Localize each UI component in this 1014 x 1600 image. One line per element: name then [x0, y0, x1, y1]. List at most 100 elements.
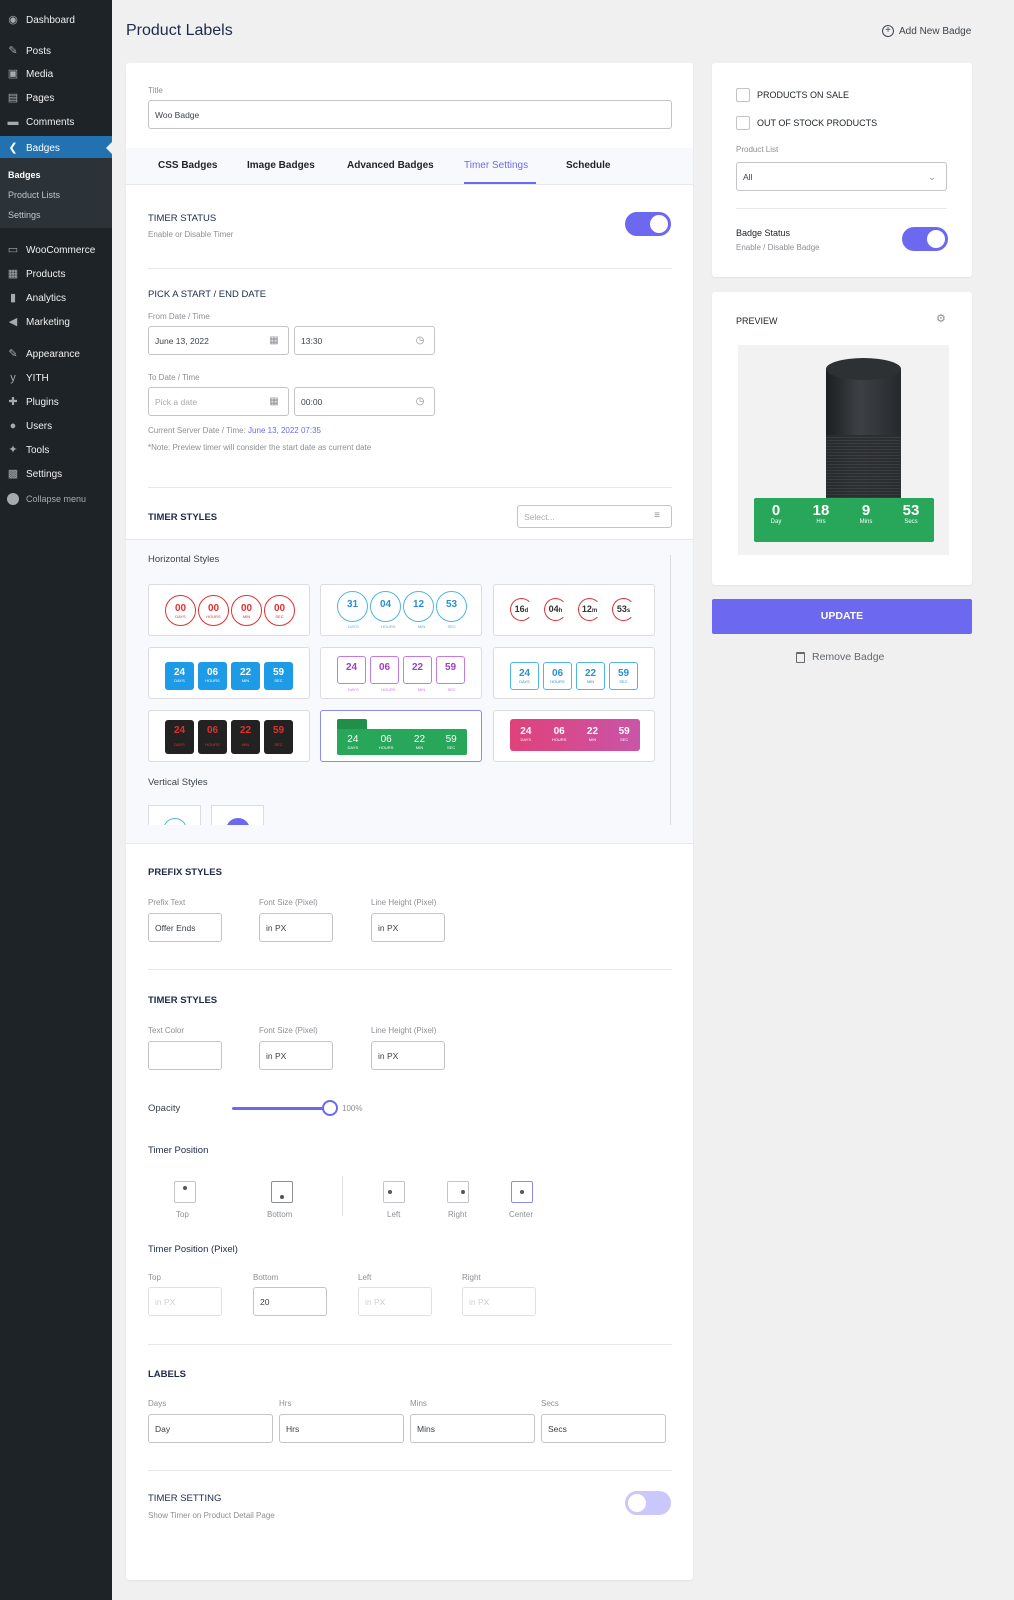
timer-style-5[interactable]: 24 06 22 59 DAYS HOURS MIN SEC	[320, 647, 482, 699]
collapse-menu[interactable]: Collapse menu	[0, 490, 112, 508]
title-input[interactable]: Woo Badge	[148, 100, 672, 129]
submenu-badges[interactable]: Badges	[8, 170, 41, 180]
style-unit: MIN	[417, 624, 426, 629]
nav-media[interactable]: ▣ Media	[0, 63, 112, 85]
style-units: DAYS HOURS MIN SEC	[337, 624, 467, 629]
gear-icon[interactable]: ⚙	[936, 313, 948, 325]
nav-yith[interactable]: y YITH	[0, 367, 112, 389]
timer-style-7[interactable]: 24 DAYS 06 HOURS 22 MIN 59 SEC	[148, 710, 310, 762]
tab-css-badges[interactable]: CSS Badges	[158, 160, 217, 171]
add-new-badge-button[interactable]: + Add New Badge	[882, 25, 971, 37]
media-icon: ▣	[7, 68, 19, 80]
prefix-size-placeholder: in PX	[266, 922, 287, 933]
product-list-select[interactable]: All ⌄	[736, 162, 947, 191]
tab-schedule[interactable]: Schedule	[566, 160, 610, 171]
nav-products[interactable]: ▦ Products	[0, 263, 112, 285]
position-px-left-input[interactable]: in PX	[358, 1287, 432, 1316]
text-color-input[interactable]	[148, 1041, 222, 1070]
from-date-input[interactable]: June 13, 2022 ▦	[148, 326, 289, 355]
update-button[interactable]: UPDATE	[712, 599, 972, 634]
nav-pages[interactable]: ▤ Pages	[0, 87, 112, 109]
timer-lh-input[interactable]: in PX	[371, 1041, 445, 1070]
prefix-lh-input[interactable]: in PX	[371, 913, 445, 942]
nav-appearance[interactable]: ✎ Appearance	[0, 343, 112, 365]
nav-dashboard[interactable]: ◉ Dashboard	[0, 9, 112, 31]
timer-position-title: Timer Position	[148, 1145, 209, 1156]
prefix-size-label: Font Size (Pixel)	[259, 898, 318, 907]
to-time-input[interactable]: 00:00 ◷	[294, 387, 435, 416]
vertical-style-2[interactable]	[211, 805, 264, 825]
timer-size-input[interactable]: in PX	[259, 1041, 333, 1070]
products-icon: ▦	[7, 268, 19, 280]
secs-input[interactable]: Secs	[541, 1414, 666, 1443]
position-px-top-input[interactable]: in PX	[148, 1287, 222, 1316]
position-top-option[interactable]	[174, 1181, 196, 1203]
position-right-option[interactable]	[447, 1181, 469, 1203]
prefix-text-input[interactable]: Offer Ends	[148, 913, 222, 942]
timer-style-6[interactable]: 24 DAYS 06 HOURS 22 MIN 59 SEC	[493, 647, 655, 699]
on-sale-checkbox[interactable]	[736, 88, 750, 102]
timer-style-8[interactable]: 24 DAYS 06 HOURS 22 MIN 59 SEC	[320, 710, 482, 762]
timer-status-toggle[interactable]	[625, 212, 671, 236]
style-value: 04	[379, 599, 392, 610]
tab-timer-settings[interactable]: Timer Settings	[464, 160, 528, 171]
submenu-settings[interactable]: Settings	[8, 210, 41, 220]
position-center-option[interactable]	[511, 1181, 533, 1203]
nav-analytics[interactable]: ▮ Analytics	[0, 287, 112, 309]
preview-value: 18	[812, 502, 830, 519]
style-unit: DAYS	[174, 742, 185, 747]
hrs-input[interactable]: Hrs	[279, 1414, 404, 1443]
vertical-style-1[interactable]	[148, 805, 201, 825]
style-unit: HOURS	[378, 745, 394, 750]
timer-style-4[interactable]: 24 DAYS 06 HOURS 22 MIN 59 SEC	[148, 647, 310, 699]
nav-tools[interactable]: ✦ Tools	[0, 439, 112, 461]
to-date-input[interactable]: Pick a date ▦	[148, 387, 289, 416]
labels-title: LABELS	[148, 1369, 186, 1380]
out-of-stock-checkbox[interactable]	[736, 116, 750, 130]
timer-style-1[interactable]: 00 DAYS 00 HOURS 00 MIN 00 SEC	[148, 584, 310, 636]
nav-posts[interactable]: ✎ Posts	[0, 40, 112, 62]
style-value: 06	[378, 662, 391, 673]
style-value: 53	[616, 604, 627, 614]
tab-advanced-badges[interactable]: Advanced Badges	[347, 160, 434, 171]
to-date-placeholder: Pick a date	[155, 396, 198, 407]
submenu-product-lists[interactable]: Product Lists	[8, 190, 60, 200]
timer-setting-toggle[interactable]	[625, 1491, 671, 1515]
nav-plugins[interactable]: ✚ Plugins	[0, 391, 112, 413]
timer-style-9[interactable]: 24 DAYS 06 HOURS 22 MIN 59 SEC	[493, 710, 655, 762]
from-time-input[interactable]: 13:30 ◷	[294, 326, 435, 355]
opacity-slider-handle[interactable]	[322, 1100, 338, 1116]
nav-label: Badges	[26, 142, 60, 154]
prefix-size-input[interactable]: in PX	[259, 913, 333, 942]
scrollbar-track[interactable]	[670, 555, 671, 825]
timer-style-2[interactable]: 31 04 12 53 DAYS HOURS MIN SEC	[320, 584, 482, 636]
days-input[interactable]: Day	[148, 1414, 273, 1443]
nav-users[interactable]: ● Users	[0, 415, 112, 437]
style-value: 24	[173, 725, 186, 736]
timer-styles-2-title: TIMER STYLES	[148, 995, 218, 1006]
nav-woocommerce[interactable]: ▭ WooCommerce	[0, 239, 112, 261]
position-px-right-input[interactable]: in PX	[462, 1287, 536, 1316]
marketing-icon: ◀	[8, 316, 18, 328]
nav-comments[interactable]: ▬ Comments	[0, 111, 112, 133]
horizontal-styles-label: Horizontal Styles	[148, 554, 220, 565]
admin-sidebar: ◉ Dashboard ✎ Posts ▣ Media ▤ Pages ▬ Comment…	[0, 0, 112, 1600]
settings-icon: ▩	[7, 468, 19, 480]
position-bottom-option[interactable]	[271, 1181, 293, 1203]
timer-styles-title: TIMER STYLES	[148, 512, 218, 523]
timer-style-3[interactable]: 16d 04h 12m 53s	[493, 584, 655, 636]
timer-style-select[interactable]: Select... ≡	[517, 505, 672, 528]
position-px-bottom-input[interactable]: 20	[253, 1287, 327, 1316]
mins-input[interactable]: Mins	[410, 1414, 535, 1443]
opacity-slider-track[interactable]	[232, 1107, 330, 1110]
remove-badge-button[interactable]: Remove Badge	[796, 651, 884, 663]
timer-size-label: Font Size (Pixel)	[259, 1026, 318, 1035]
nav-marketing[interactable]: ◀ Marketing	[0, 311, 112, 333]
badge-status-toggle[interactable]	[902, 227, 948, 251]
title-value: Woo Badge	[155, 109, 200, 120]
style-8-bar: 24 DAYS 06 HOURS 22 MIN 59 SEC	[337, 729, 467, 755]
tab-image-badges[interactable]: Image Badges	[247, 160, 315, 171]
nav-badges[interactable]: ❮ Badges	[0, 136, 112, 160]
nav-settings[interactable]: ▩ Settings	[0, 463, 112, 485]
position-left-option[interactable]	[383, 1181, 405, 1203]
